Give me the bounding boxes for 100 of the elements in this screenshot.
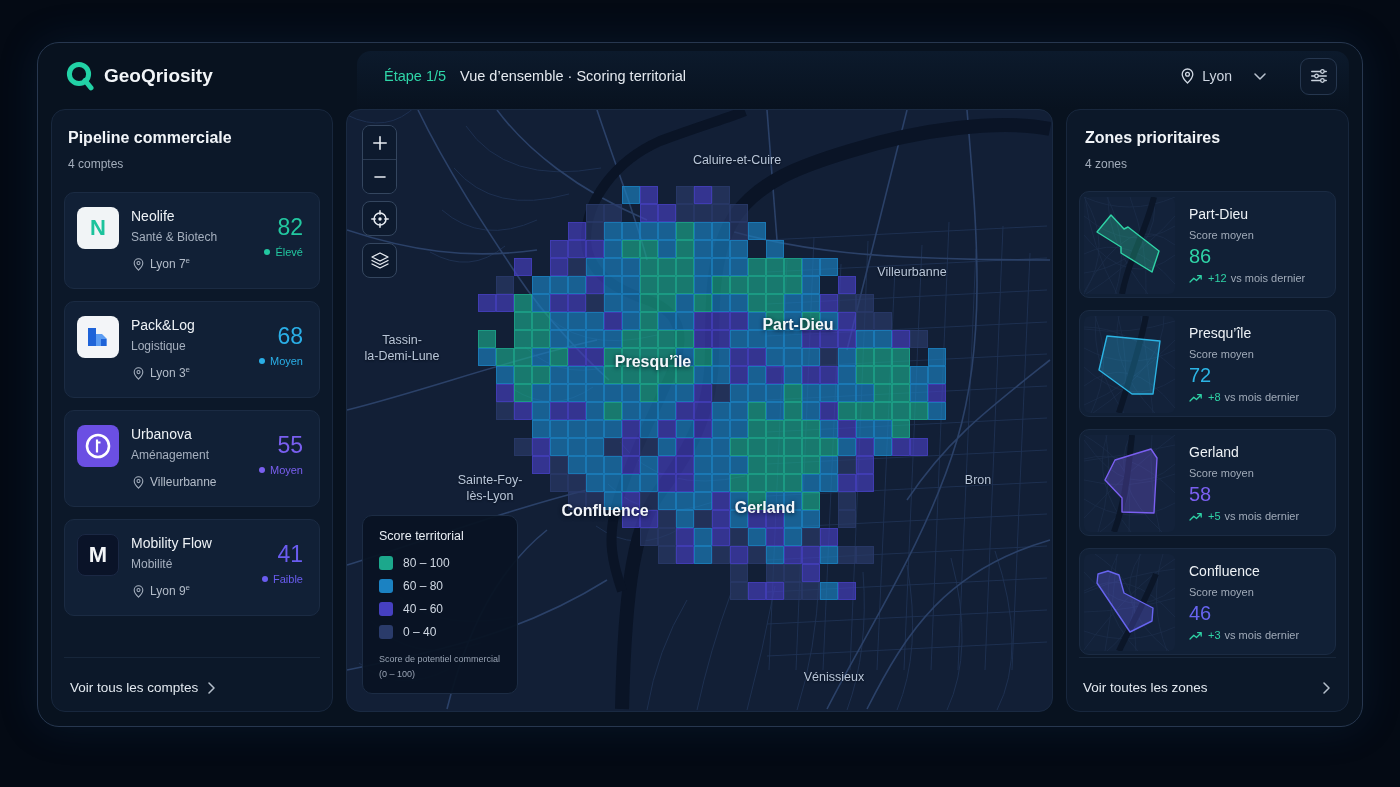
zone-name: Presqu’île	[1189, 324, 1253, 342]
account-name: Pack&Log	[131, 316, 195, 334]
crosshair-icon	[370, 209, 389, 228]
minus-icon	[373, 175, 386, 178]
town-label: Sainte-Foy- lès-Lyon	[457, 472, 523, 504]
zoom-out-button[interactable]	[363, 160, 396, 193]
account-name: Neolife	[131, 207, 176, 225]
legend-label: 40 – 60	[403, 602, 444, 616]
account-count: 4 comptes	[68, 156, 125, 172]
zone-count: 4 zones	[1085, 156, 1129, 172]
zone-score: 86	[1189, 244, 1213, 268]
pin-icon	[133, 584, 144, 598]
zone-card[interactable]: Confluence Score moyen 46 +3 vs mois dernier	[1079, 548, 1336, 655]
filter-button[interactable]	[1300, 57, 1337, 95]
page-title: Vue d’ensemble · Scoring territorial	[460, 68, 686, 84]
trend-up-icon	[1189, 392, 1202, 402]
chevron-right-icon	[1323, 682, 1330, 694]
panel-title: Pipeline commerciale	[68, 128, 233, 148]
panel-title: Zones prioritaires	[1085, 128, 1222, 148]
account-location: Lyon 9$^{e}$	[150, 583, 191, 599]
zone-score: 72	[1189, 363, 1213, 387]
brand-name: GeoQriosity	[104, 65, 213, 87]
account-score: 68	[277, 322, 303, 350]
city-select[interactable]: Lyon	[1181, 64, 1266, 88]
account-status: Élevé	[275, 245, 303, 259]
zone-name: Gerland	[1189, 443, 1240, 461]
trend-delta: +3	[1208, 628, 1221, 642]
trend-caption: vs mois dernier	[1224, 628, 1300, 642]
account-sector: Logistique	[131, 338, 187, 354]
zone-score: 46	[1189, 601, 1213, 625]
account-sector: Aménagement	[131, 447, 211, 463]
legend-note: Score de potentiel commercial (0 – 100)	[379, 653, 502, 681]
trend-delta: +8	[1208, 390, 1221, 404]
trend-up-icon	[1189, 511, 1202, 521]
account-score: 82	[277, 213, 303, 241]
company-logo: M	[77, 534, 119, 576]
layers-button[interactable]	[362, 243, 397, 278]
chevron-right-icon	[208, 682, 216, 694]
town-label: Tassin- la-Demi-Lune	[364, 332, 440, 364]
sliders-icon	[1310, 69, 1327, 83]
company-logo: N	[77, 207, 119, 249]
legend-title: Score territorial	[379, 528, 465, 544]
metric-label: Score moyen	[1189, 585, 1255, 599]
trend-delta: +5	[1208, 509, 1221, 523]
account-location: Lyon 3$^{e}$	[150, 365, 191, 381]
metric-label: Score moyen	[1189, 466, 1255, 480]
chevron-down-icon	[1254, 72, 1266, 80]
account-location: Lyon 7$^{e}$	[150, 256, 191, 272]
district-label: Confluence	[561, 501, 649, 521]
account-status: Moyen	[269, 463, 303, 477]
account-name: Urbanova	[131, 425, 193, 443]
pin-icon	[133, 257, 144, 271]
layers-icon	[370, 252, 389, 269]
account-card[interactable]: Pack&Log Logistique Lyon 3$^{e}$ 68 Moyen	[64, 301, 320, 398]
zone-card[interactable]: Part-Dieu Score moyen 86 +12 vs mois dernier	[1079, 191, 1336, 298]
trend-caption: vs mois dernier	[1224, 390, 1300, 404]
town-label: Bron	[964, 472, 992, 488]
trend-caption: vs mois dernier	[1224, 509, 1300, 523]
zone-name: Confluence	[1189, 562, 1261, 580]
view-all-accounts-link[interactable]: Voir tous les comptes	[64, 679, 222, 697]
account-card[interactable]: Urbanova Aménagement Villeurbanne 55 Moyen	[64, 410, 320, 507]
logo-icon	[66, 61, 94, 91]
zone-card[interactable]: Gerland Score moyen 58 +5 vs mois dernier	[1079, 429, 1336, 536]
district-label: Presqu’île	[614, 352, 692, 372]
district-label: Gerland	[734, 498, 796, 518]
account-sector: Mobilité	[131, 556, 174, 572]
zone-name: Part-Dieu	[1189, 205, 1250, 223]
district-outline	[1096, 570, 1154, 633]
legend-label: 80 – 100	[403, 556, 450, 570]
locate-button[interactable]	[362, 201, 397, 236]
zoom-in-button[interactable]	[363, 126, 396, 160]
trend-caption: vs mois dernier	[1230, 271, 1306, 285]
account-score: 55	[277, 431, 303, 459]
account-name: Mobility Flow	[131, 534, 212, 552]
legend-label: 60 – 80	[403, 579, 444, 593]
account-status: Faible	[273, 572, 303, 586]
trend-delta: +12	[1208, 271, 1227, 285]
legend-label: 0 – 40	[403, 625, 437, 639]
district-outline	[1104, 448, 1158, 514]
ring-logo-icon	[77, 425, 119, 467]
step-indicator: Étape 1/5	[384, 68, 447, 84]
pin-icon	[133, 366, 144, 380]
trend-up-icon	[1189, 630, 1202, 640]
account-card[interactable]: N Neolife Santé & Biotech Lyon 7$^{e}$ 82 Élevé	[64, 192, 320, 289]
trend-up-icon	[1189, 273, 1202, 283]
account-score: 41	[277, 540, 303, 568]
district-label: Part-Dieu	[762, 315, 834, 335]
account-card[interactable]: M Mobility Flow Mobilité Lyon 9$^{e}$ 41 Faible	[64, 519, 320, 616]
view-all-zones-link[interactable]: Voir toutes les zones	[1079, 679, 1336, 697]
plus-icon	[372, 135, 387, 150]
district-outline	[1098, 335, 1161, 395]
town-label: Caluire-et-Cuire	[692, 152, 782, 168]
town-label: Villeurbanne	[877, 264, 947, 280]
pin-icon	[133, 475, 144, 489]
town-label: Vénissieux	[803, 669, 865, 685]
zone-score: 58	[1189, 482, 1213, 506]
zone-card[interactable]: Presqu’île Score moyen 72 +8 vs mois dernier	[1079, 310, 1336, 417]
account-location: Villeurbanne	[150, 474, 217, 490]
building-logo-icon	[77, 316, 119, 358]
district-outline	[1096, 214, 1160, 273]
